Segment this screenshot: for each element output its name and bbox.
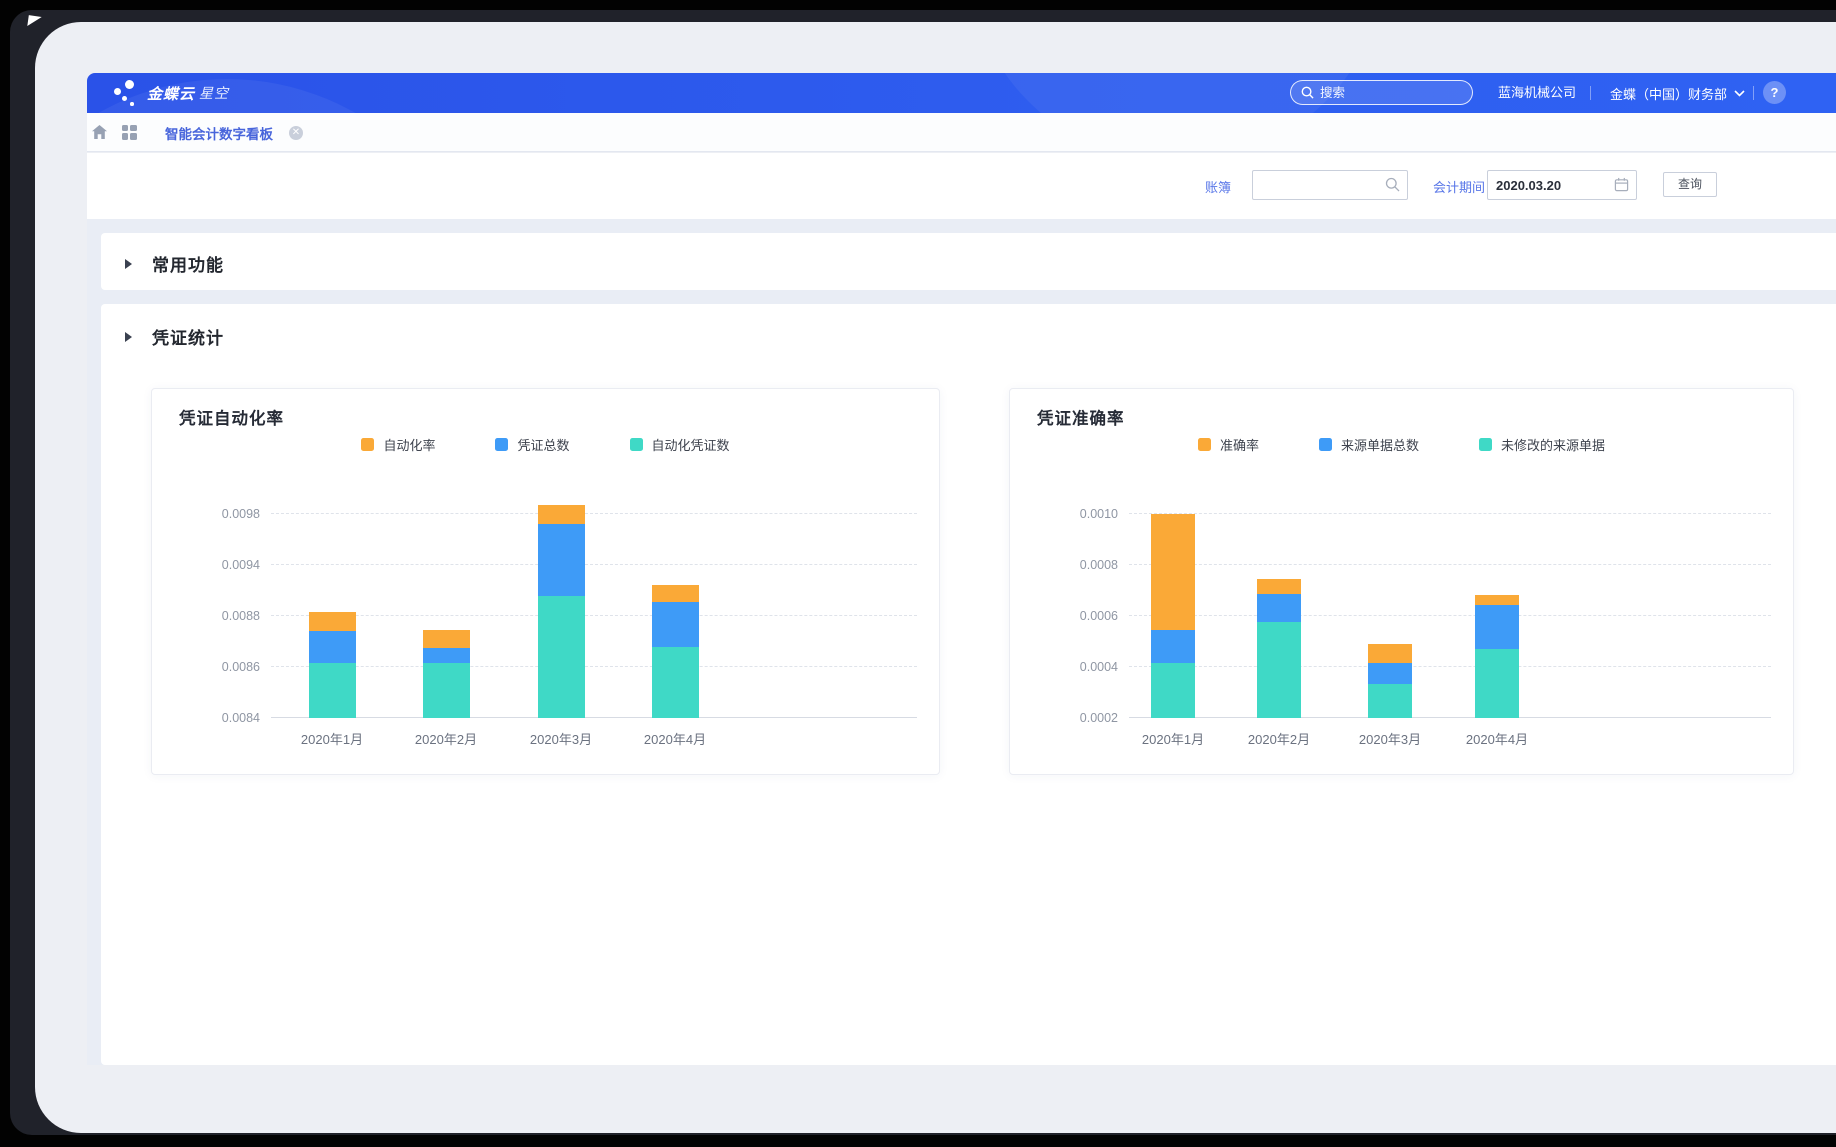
- bar-segment-未修改的来源单据[interactable]: [1368, 684, 1412, 718]
- x-axis-category-label: 2020年1月: [277, 729, 387, 748]
- x-axis-category-label: 2020年4月: [620, 729, 730, 748]
- app-root: 金蝶云 星空 蓝海机械公司 金蝶（中国）财务部 ?: [87, 73, 1836, 1133]
- bar-segment-凭证总数[interactable]: [423, 648, 470, 663]
- bar-segment-未修改的来源单据[interactable]: [1475, 649, 1519, 718]
- chevron-down-icon: [1734, 90, 1745, 97]
- bar-segment-来源单据总数[interactable]: [1257, 594, 1301, 622]
- user-org-dropdown[interactable]: 金蝶（中国）财务部: [1610, 73, 1745, 113]
- gridline: [271, 513, 917, 514]
- gridline: [1129, 564, 1771, 565]
- browser-window: 金蝶云 星空 蓝海机械公司 金蝶（中国）财务部 ?: [35, 22, 1836, 1133]
- lookup-magnifier-icon: [1385, 177, 1400, 192]
- chart-plot-area: 0.00840.00860.00880.00940.00982020年1月202…: [152, 389, 939, 774]
- panel-voucher-statistics: 凭证统计 凭证自动化率 自动化率凭证总数自动化凭证数 0.00840.00860…: [101, 304, 1836, 1065]
- x-axis-category-label: 2020年2月: [391, 729, 501, 748]
- bar-segment-未修改的来源单据[interactable]: [1257, 622, 1301, 718]
- y-axis-tick-label: 0.0004: [1044, 660, 1118, 674]
- tab-smart-accounting-dashboard[interactable]: 智能会计数字看板 ✕: [151, 119, 317, 146]
- bar-segment-准确率[interactable]: [1475, 595, 1519, 605]
- divider: [1753, 86, 1754, 100]
- y-axis-tick-label: 0.0084: [186, 711, 260, 725]
- bar-segment-自动化率[interactable]: [538, 505, 585, 524]
- gridline: [1129, 513, 1771, 514]
- y-axis-tick-label: 0.0006: [1044, 609, 1118, 623]
- home-icon[interactable]: [89, 122, 109, 142]
- logo-text-bold: 金蝶云: [147, 83, 195, 104]
- y-axis-tick-label: 0.0088: [186, 609, 260, 623]
- common-functions-title: 常用功能: [152, 251, 224, 276]
- gridline: [271, 615, 917, 616]
- collapse-arrow-icon: [125, 259, 132, 269]
- gridline: [1129, 666, 1771, 667]
- tab-bar: 智能会计数字看板 ✕: [87, 113, 1836, 152]
- x-axis-category-label: 2020年3月: [506, 729, 616, 748]
- kingdee-logo: 金蝶云 星空: [113, 79, 229, 107]
- bar-segment-准确率[interactable]: [1368, 644, 1412, 663]
- y-axis-tick-label: 0.0010: [1044, 507, 1118, 521]
- search-icon: [1301, 86, 1314, 99]
- tab-label: 智能会计数字看板: [165, 123, 273, 143]
- logo-text-light: 星空: [199, 83, 229, 103]
- bar-segment-来源单据总数[interactable]: [1475, 605, 1519, 649]
- apps-grid-icon[interactable]: [119, 122, 139, 142]
- chart-plot-area: 0.00020.00040.00060.00080.00102020年1月202…: [1010, 389, 1793, 774]
- y-axis-tick-label: 0.0094: [186, 558, 260, 572]
- accounting-period-field[interactable]: [1487, 170, 1637, 200]
- y-axis-tick-label: 0.0008: [1044, 558, 1118, 572]
- y-axis-tick-label: 0.0002: [1044, 711, 1118, 725]
- chart-card-automation-rate: 凭证自动化率 自动化率凭证总数自动化凭证数 0.00840.00860.0088…: [151, 388, 940, 775]
- bar-segment-准确率[interactable]: [1257, 579, 1301, 594]
- bar-segment-自动化率[interactable]: [652, 585, 699, 602]
- x-axis-category-label: 2020年1月: [1118, 729, 1228, 748]
- bar-segment-自动化凭证数[interactable]: [652, 647, 699, 718]
- gridline: [1129, 615, 1771, 616]
- global-search[interactable]: [1290, 80, 1473, 105]
- y-axis-tick-label: 0.0086: [186, 660, 260, 674]
- bar-segment-凭证总数[interactable]: [309, 631, 356, 663]
- chart-card-accuracy-rate: 凭证准确率 准确率来源单据总数未修改的来源单据 0.00020.00040.00…: [1009, 388, 1794, 775]
- user-org-label: 金蝶（中国）财务部: [1610, 84, 1727, 103]
- bar-segment-准确率[interactable]: [1151, 514, 1195, 630]
- x-axis-line: [271, 717, 917, 718]
- filter-bar: 账簿 会计期间 查询: [87, 153, 1836, 219]
- bar-segment-来源单据总数[interactable]: [1368, 663, 1412, 684]
- tab-close-icon[interactable]: ✕: [289, 126, 303, 140]
- x-axis-line: [1129, 717, 1771, 718]
- y-axis-tick-label: 0.0098: [186, 507, 260, 521]
- bar-segment-凭证总数[interactable]: [538, 524, 585, 596]
- book-label: 账簿: [1205, 177, 1231, 196]
- divider: [1590, 86, 1591, 100]
- voucher-statistics-header[interactable]: 凭证统计: [125, 324, 224, 349]
- search-input[interactable]: [1320, 86, 1450, 100]
- voucher-statistics-title: 凭证统计: [152, 324, 224, 349]
- period-input[interactable]: [1496, 171, 1608, 199]
- gridline: [271, 666, 917, 667]
- x-axis-category-label: 2020年4月: [1442, 729, 1552, 748]
- x-axis-category-label: 2020年3月: [1335, 729, 1445, 748]
- common-functions-header[interactable]: 常用功能: [125, 251, 224, 276]
- book-input[interactable]: [1261, 171, 1381, 199]
- logo-dots-icon: [113, 79, 139, 107]
- help-button[interactable]: ?: [1763, 81, 1786, 104]
- x-axis-category-label: 2020年2月: [1224, 729, 1334, 748]
- query-button[interactable]: 查询: [1663, 172, 1717, 197]
- bar-segment-自动化凭证数[interactable]: [538, 596, 585, 718]
- book-lookup-field[interactable]: [1252, 170, 1408, 200]
- bar-segment-凭证总数[interactable]: [652, 602, 699, 647]
- bar-segment-来源单据总数[interactable]: [1151, 630, 1195, 663]
- calendar-icon[interactable]: [1614, 177, 1629, 192]
- bar-segment-自动化凭证数[interactable]: [423, 663, 470, 718]
- top-navigation-bar: 金蝶云 星空 蓝海机械公司 金蝶（中国）财务部 ?: [87, 73, 1836, 113]
- collapse-arrow-icon: [125, 332, 132, 342]
- period-label: 会计期间: [1433, 177, 1485, 196]
- mouse-cursor: [27, 15, 41, 28]
- bar-segment-未修改的来源单据[interactable]: [1151, 663, 1195, 718]
- bar-segment-自动化率[interactable]: [423, 630, 470, 648]
- bar-segment-自动化率[interactable]: [309, 612, 356, 631]
- panel-common-functions: 常用功能: [101, 233, 1836, 290]
- gridline: [271, 564, 917, 565]
- bar-segment-自动化凭证数[interactable]: [309, 663, 356, 718]
- company-name: 蓝海机械公司: [1498, 73, 1576, 113]
